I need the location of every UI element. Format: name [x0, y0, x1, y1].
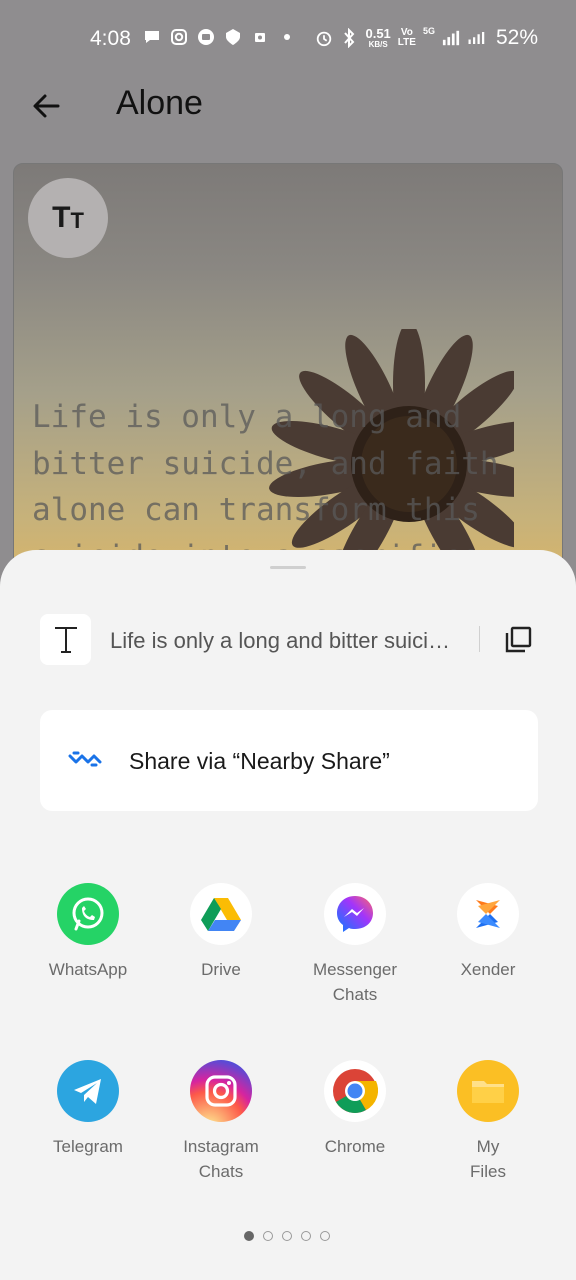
clock: 4:08 — [90, 27, 131, 50]
share-target-telegram[interactable]: Telegram — [21, 1060, 155, 1159]
chrome-icon — [324, 1060, 386, 1122]
signal-icon-sim1 — [442, 29, 460, 47]
app-label: Messenger Chats — [312, 960, 398, 1004]
quote-card: TT Life is only a long and bitter suicid… — [13, 163, 563, 583]
folder-icon — [457, 1060, 519, 1122]
page-dot[interactable] — [320, 1231, 330, 1241]
share-target-my-files[interactable]: My Files — [421, 1060, 555, 1184]
system-indicators: 0.51 KB/S Vo LTE 5G 52% — [315, 26, 538, 50]
sheet-drag-handle[interactable] — [270, 566, 306, 569]
telegram-icon — [57, 1060, 119, 1122]
instagram-icon — [190, 1060, 252, 1122]
text-type-icon — [40, 614, 91, 665]
arrow-left-icon — [33, 94, 60, 118]
copy-icon — [505, 626, 532, 653]
app-label: Telegram — [53, 1137, 123, 1156]
messenger-icon — [324, 883, 386, 945]
share-target-drive[interactable]: Drive — [154, 883, 288, 982]
app-notification-icon — [197, 28, 215, 46]
nearby-share-icon — [68, 751, 102, 767]
page-dot[interactable] — [282, 1231, 292, 1241]
shared-text-preview: Life is only a long and bitter suicide, … — [40, 614, 536, 666]
volte-bottom: LTE — [397, 37, 416, 48]
share-target-messenger[interactable]: Messenger Chats — [288, 883, 422, 1007]
preview-text: Life is only a long and bitter suicide, … — [110, 628, 460, 653]
network-speed-value: 0.51 — [365, 26, 391, 41]
app-bar: Alone — [0, 78, 576, 138]
instagram-notification-icon — [170, 28, 188, 46]
signal-icon-sim2 — [467, 29, 485, 47]
app-label: Instagram Chats — [183, 1137, 259, 1181]
battery-level: 52% — [495, 26, 538, 49]
alarm-icon — [315, 29, 333, 47]
share-target-whatsapp[interactable]: WhatsApp — [21, 883, 155, 982]
page-dot-active[interactable] — [244, 1231, 254, 1241]
app-label: Drive — [201, 960, 241, 979]
volte-indicator: Vo LTE — [398, 28, 416, 48]
status-bar: 4:08 0.51 KB/S Vo LTE 5G 52% — [0, 0, 576, 78]
text-format-small-t: T — [70, 208, 84, 233]
back-button[interactable] — [26, 86, 66, 126]
app-label: Xender — [460, 960, 516, 979]
copy-button[interactable] — [500, 622, 536, 658]
nearby-share-label: Share via “Nearby Share” — [129, 748, 390, 774]
network-speed-unit: KB/S — [368, 40, 388, 49]
page-dot[interactable] — [263, 1231, 273, 1241]
share-sheet: Life is only a long and bitter suicide, … — [0, 550, 576, 1280]
app-label: My Files — [470, 1137, 506, 1181]
shield-notification-icon — [224, 28, 242, 46]
page-dot[interactable] — [301, 1231, 311, 1241]
page-title: Alone — [116, 84, 203, 122]
notification-icons — [143, 28, 296, 46]
divider — [479, 626, 480, 652]
page-indicator — [244, 1231, 330, 1241]
chat-bubble-icon — [143, 28, 161, 46]
nearby-share-button[interactable]: Share via “Nearby Share” — [40, 710, 538, 811]
share-target-chrome[interactable]: Chrome — [288, 1060, 422, 1159]
more-dot-icon — [278, 28, 296, 46]
bluetooth-icon — [340, 28, 358, 48]
text-format-big-t: T — [52, 201, 71, 234]
network-speed: 0.51 KB/S — [365, 27, 390, 49]
share-target-xender[interactable]: Xender — [421, 883, 555, 982]
share-target-instagram[interactable]: Instagram Chats — [154, 1060, 288, 1184]
xender-icon — [457, 883, 519, 945]
network-type: 5G — [422, 26, 435, 36]
app-label: Chrome — [324, 1137, 386, 1156]
text-format-button[interactable]: TT — [28, 178, 108, 258]
recorder-notification-icon — [251, 28, 269, 46]
whatsapp-icon — [57, 883, 119, 945]
google-drive-icon — [190, 883, 252, 945]
app-label: WhatsApp — [48, 960, 128, 979]
